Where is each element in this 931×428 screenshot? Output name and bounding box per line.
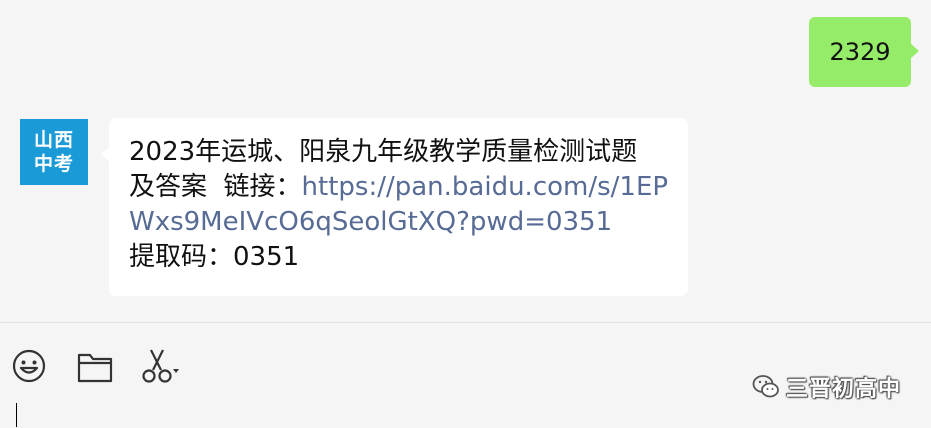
outgoing-message-text: 2329 (829, 38, 891, 66)
emoji-icon (12, 349, 46, 383)
avatar-line2: 中考 (33, 153, 74, 175)
wechat-icon (752, 375, 779, 398)
folder-icon (77, 353, 113, 383)
screenshot-button[interactable] (138, 347, 182, 385)
watermark: 三晋初高中 (752, 372, 901, 402)
watermark-text: 三晋初高中 (786, 377, 902, 402)
sender-avatar[interactable]: 山西 中考 (20, 119, 88, 185)
message-extraction-code: 提取码：0351 (129, 242, 300, 272)
scissors-icon (142, 349, 179, 383)
message-link-prefix: 及答案 链接： (129, 172, 302, 202)
chat-history: 2329 山西 中考 2023年运城、阳泉九年级教学质量检测试题 及答案 链接：… (0, 0, 931, 322)
incoming-message-bubble[interactable]: 2023年运城、阳泉九年级教学质量检测试题 及答案 链接：https://pan… (101, 118, 688, 296)
avatar-line1: 山西 (33, 129, 74, 151)
text-cursor (16, 403, 17, 427)
message-line-title: 2023年运城、阳泉九年级教学质量检测试题 (129, 137, 638, 167)
file-button[interactable] (76, 350, 114, 384)
emoji-button[interactable] (11, 348, 47, 384)
outgoing-message-bubble[interactable]: 2329 (809, 17, 919, 87)
chevron-down-icon (173, 369, 179, 373)
